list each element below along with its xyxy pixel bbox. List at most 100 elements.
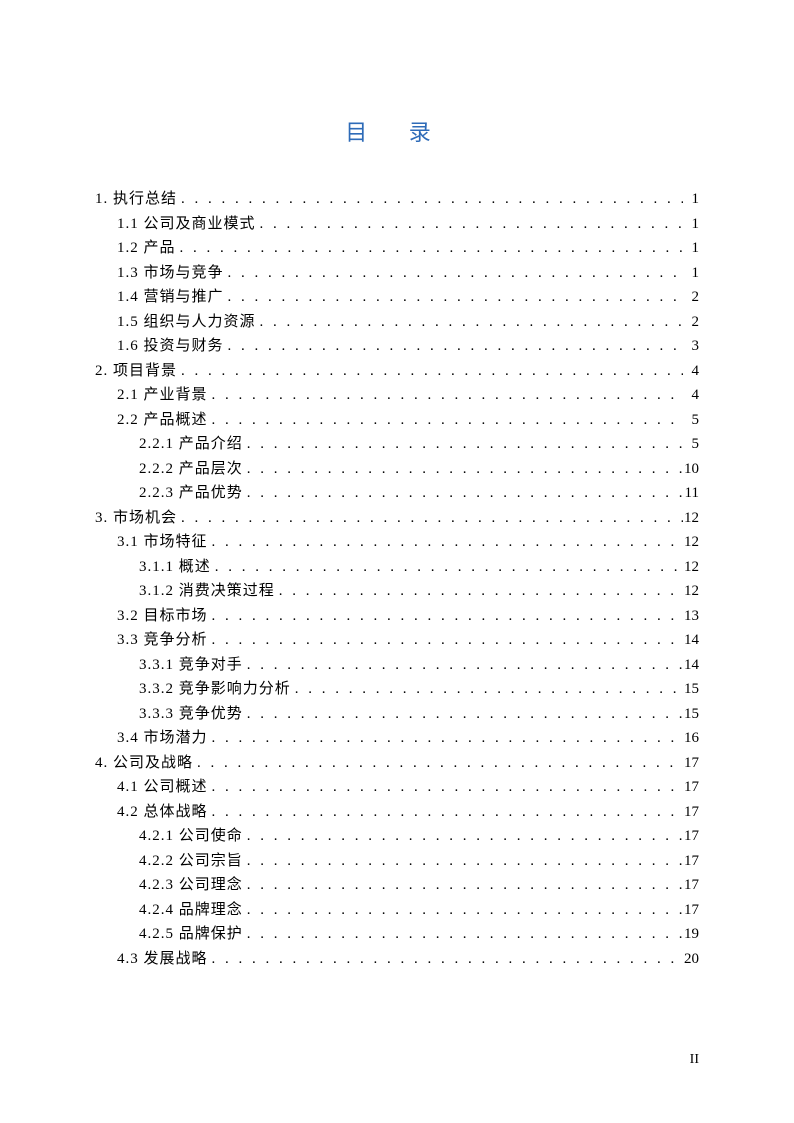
toc-entry-label: 4.3 发展战略	[117, 952, 208, 967]
toc-entry: 3.1.1 概述12	[95, 560, 699, 575]
toc-entry: 4.2.1 公司使命 17	[95, 829, 699, 844]
toc-entry-label: 4.2.1 公司使命	[139, 829, 243, 844]
toc-entry-page: 3	[683, 339, 699, 354]
toc-entry-page: 2	[683, 290, 699, 305]
toc-entry: 1.6 投资与财务 3	[95, 339, 699, 354]
toc-entry-label: 1.6 投资与财务	[117, 339, 224, 354]
toc-entry: 3. 市场机会 12	[95, 511, 699, 526]
toc-entry-label: 3.3.3 竞争优势	[139, 707, 243, 722]
toc-entry-page: 17	[683, 878, 699, 893]
toc-entry-page: 5	[683, 437, 699, 452]
toc-entry: 1.4 营销与推广 2	[95, 290, 699, 305]
toc-entry: 3.3.2 竞争影响力分析15	[95, 682, 699, 697]
toc-entry: 1.3 市场与竞争 1	[95, 266, 699, 281]
toc-entry-label: 2.2.1 产品介绍	[139, 437, 243, 452]
toc-leader-dots	[243, 462, 683, 477]
document-page: 目 录 1. 执行总结11.1 公司及商业模式11.2 产品11.3 市场与竞争…	[0, 0, 794, 1036]
toc-leader-dots	[177, 192, 683, 207]
toc-entry-label: 3.4 市场潜力	[117, 731, 208, 746]
toc-entry-label: 1.4 营销与推广	[117, 290, 224, 305]
toc-entry-page: 12	[683, 584, 699, 599]
toc-entry-label: 1.2 产品	[117, 241, 176, 256]
toc-entry-label: 1. 执行总结	[95, 192, 177, 207]
toc-leader-dots	[243, 903, 683, 918]
toc-entry-label: 3. 市场机会	[95, 511, 177, 526]
toc-entry-label: 3.3 竞争分析	[117, 633, 208, 648]
toc-entry: 4.3 发展战略 20	[95, 952, 699, 967]
toc-entry-page: 10	[683, 462, 699, 477]
toc-entry-page: 17	[683, 903, 699, 918]
toc-entry: 1.1 公司及商业模式 1	[95, 217, 699, 232]
toc-entry: 3.1 市场特征 12	[95, 535, 699, 550]
toc-leader-dots	[243, 707, 683, 722]
toc-entry: 2.1 产业背景4	[95, 388, 699, 403]
toc-leader-dots	[275, 584, 683, 599]
toc-entry-page: 17	[683, 805, 699, 820]
toc-entry-page: 17	[683, 780, 699, 795]
toc-leader-dots	[211, 560, 683, 575]
toc-title: 目 录	[95, 115, 699, 147]
toc-entry: 3.1.2 消费决策过程12	[95, 584, 699, 599]
toc-leader-dots	[256, 217, 683, 232]
toc-entry-page: 16	[683, 731, 699, 746]
toc-leader-dots	[256, 315, 683, 330]
toc-entry: 3.3 竞争分析14	[95, 633, 699, 648]
table-of-contents: 1. 执行总结 1 1.1 公司及商业模式 1 1.2 产品 1 1.3 市场与竞争 1 1.4…	[95, 192, 699, 967]
toc-entry-page: 17	[683, 829, 699, 844]
toc-leader-dots	[208, 633, 683, 648]
toc-leader-dots	[243, 437, 683, 452]
toc-entry-page: 1	[683, 241, 699, 256]
toc-entry-label: 4. 公司及战略	[95, 756, 193, 771]
toc-entry-page: 12	[683, 535, 699, 550]
toc-leader-dots	[208, 609, 683, 624]
toc-entry: 4.1 公司概述 17	[95, 780, 699, 795]
toc-entry: 1. 执行总结 1	[95, 192, 699, 207]
toc-entry: 1.2 产品 1	[95, 241, 699, 256]
toc-entry-label: 4.2.3 公司理念	[139, 878, 243, 893]
toc-entry-label: 2.2 产品概述	[117, 413, 208, 428]
toc-entry-label: 4.1 公司概述	[117, 780, 208, 795]
toc-leader-dots	[224, 266, 683, 281]
toc-entry-page: 20	[683, 952, 699, 967]
toc-entry-label: 3.1 市场特征	[117, 535, 208, 550]
toc-entry-page: 19	[683, 927, 699, 942]
toc-entry-page: 17	[683, 854, 699, 869]
page-number: II	[690, 1052, 699, 1068]
toc-entry: 4.2.3 公司理念 17	[95, 878, 699, 893]
toc-entry-label: 1.1 公司及商业模式	[117, 217, 256, 232]
toc-entry-label: 3.1.1 概述	[139, 560, 211, 575]
toc-leader-dots	[224, 290, 683, 305]
toc-entry-page: 1	[683, 192, 699, 207]
toc-entry-page: 1	[683, 266, 699, 281]
toc-leader-dots	[208, 952, 683, 967]
toc-entry-label: 4.2 总体战略	[117, 805, 208, 820]
toc-leader-dots	[243, 658, 683, 673]
toc-entry-page: 12	[683, 511, 699, 526]
toc-entry: 4.2 总体战略 17	[95, 805, 699, 820]
toc-leader-dots	[177, 511, 683, 526]
toc-entry: 4.2.5 品牌保护 19	[95, 927, 699, 942]
toc-leader-dots	[243, 927, 683, 942]
toc-entry-page: 4	[683, 388, 699, 403]
toc-entry-label: 2. 项目背景	[95, 364, 177, 379]
toc-leader-dots	[208, 780, 683, 795]
toc-entry: 3.3.3 竞争优势15	[95, 707, 699, 722]
toc-leader-dots	[208, 413, 683, 428]
toc-leader-dots	[208, 731, 683, 746]
toc-entry: 1.5 组织与人力资源2	[95, 315, 699, 330]
toc-entry: 3.4 市场潜力 16	[95, 731, 699, 746]
toc-entry-page: 1	[683, 217, 699, 232]
toc-entry: 4.2.2 公司宗旨17	[95, 854, 699, 869]
toc-entry-label: 4.2.4 品牌理念	[139, 903, 243, 918]
toc-entry-label: 4.2.5 品牌保护	[139, 927, 243, 942]
toc-leader-dots	[208, 805, 683, 820]
toc-entry-page: 2	[683, 315, 699, 330]
toc-entry-page: 14	[683, 658, 699, 673]
toc-entry: 3.2 目标市场13	[95, 609, 699, 624]
toc-entry: 2. 项目背景 4	[95, 364, 699, 379]
toc-leader-dots	[243, 486, 683, 501]
toc-entry-page: 5	[683, 413, 699, 428]
toc-entry-page: 4	[683, 364, 699, 379]
toc-entry-label: 1.3 市场与竞争	[117, 266, 224, 281]
toc-leader-dots	[176, 241, 683, 256]
